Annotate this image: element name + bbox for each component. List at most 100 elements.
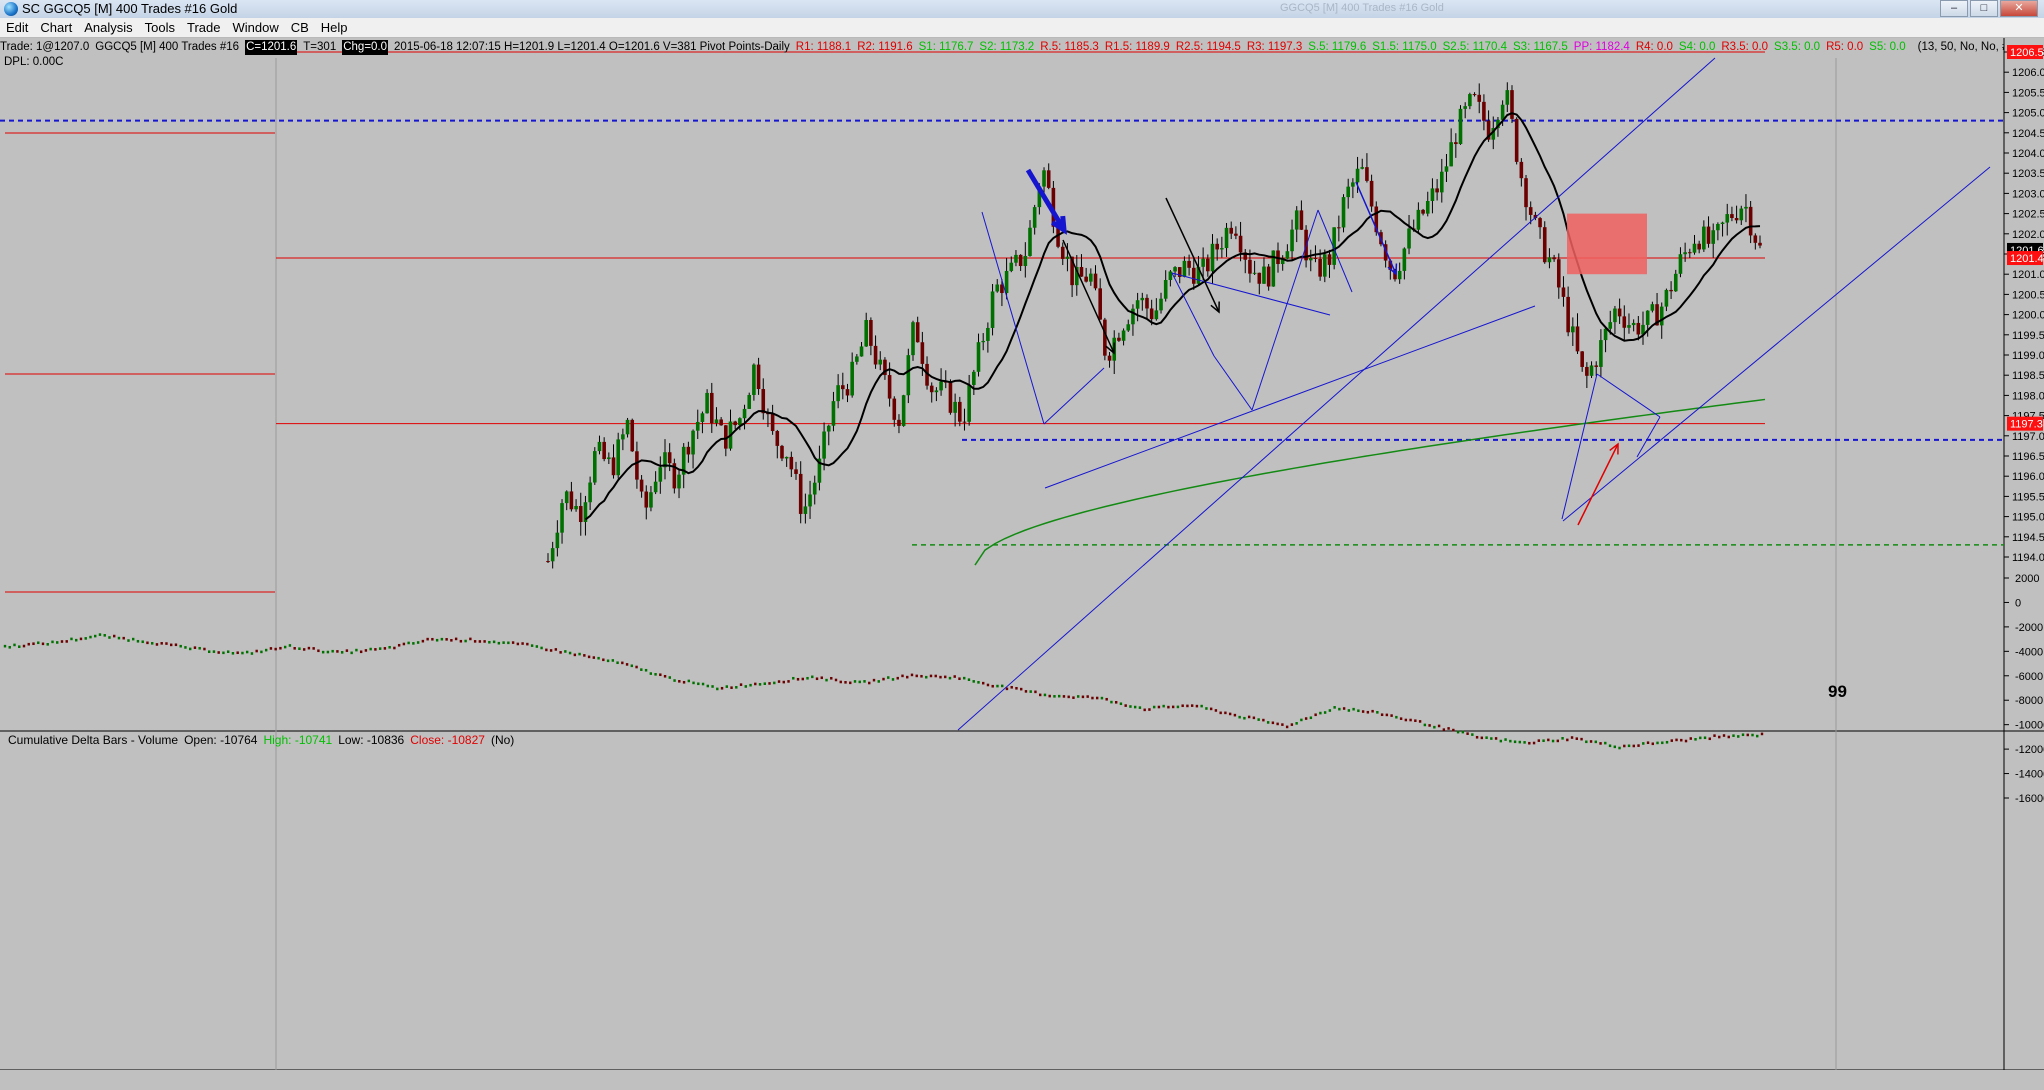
delta-bar: [27, 642, 30, 646]
delta-bar: [1039, 693, 1042, 697]
delta-bar: [1276, 722, 1279, 726]
delta-bar: [621, 661, 624, 665]
minimize-button[interactable]: –: [1940, 0, 1968, 17]
menu-analysis[interactable]: Analysis: [78, 18, 138, 37]
delta-bar: [1010, 685, 1013, 689]
candle-up: [1252, 272, 1257, 274]
delta-bar: [587, 655, 591, 659]
delta-bar: [483, 640, 486, 643]
price-tick-label: 1196.0: [2012, 471, 2044, 483]
delta-bar: [1314, 713, 1317, 717]
candle-up: [1599, 340, 1603, 367]
candle-up: [714, 419, 719, 424]
price-tick-label: 1202.0: [2012, 229, 2044, 241]
pivot-value: R5: 0.0: [1826, 41, 1864, 53]
candle-up: [752, 364, 756, 395]
delta-bar: [355, 648, 358, 652]
candle-up: [1673, 273, 1678, 292]
candle-down: [1753, 235, 1758, 243]
delta-bar: [226, 650, 230, 654]
price-marker-label: 1201.4: [2010, 253, 2044, 265]
study-params-label: (13, 50, No, No, #1, No, No, No,: [1917, 41, 2004, 53]
study-close: Close: -10827: [410, 733, 485, 747]
candle-down: [1477, 94, 1482, 102]
menu-cb[interactable]: CB: [285, 18, 315, 37]
delta-bar: [1001, 684, 1004, 688]
candle-up: [1571, 326, 1575, 333]
delta-bar: [806, 676, 809, 680]
pivot-value: R.5: 1185.3: [1040, 41, 1099, 53]
candle-up: [1351, 182, 1355, 187]
delta-bar: [108, 636, 111, 639]
menu-tools[interactable]: Tools: [139, 18, 181, 37]
delta-bar: [1551, 739, 1555, 743]
delta-bar: [1034, 690, 1037, 694]
price-tick-label: 1206.0: [2012, 67, 2044, 79]
delta-bar: [1452, 728, 1455, 732]
candle-up: [1023, 255, 1028, 267]
candle-up: [1168, 271, 1173, 281]
delta-bar: [815, 677, 819, 681]
menu-trade[interactable]: Trade: [181, 18, 226, 37]
delta-bar: [1058, 694, 1061, 698]
delta-bar: [412, 642, 415, 645]
delta-bar: [445, 638, 448, 641]
candle-up: [1716, 224, 1720, 231]
price-tick-label: 1203.0: [2012, 188, 2044, 200]
candle-up: [986, 327, 990, 341]
pivot-value: R2.5: 1194.5: [1175, 41, 1241, 53]
candle-down: [1084, 276, 1088, 282]
candle-up: [1341, 197, 1346, 228]
price-tick-label: 1195.5: [2012, 491, 2044, 503]
candle-up: [1163, 280, 1168, 299]
candle-down: [1748, 206, 1753, 236]
candle-up: [1683, 252, 1687, 255]
delta-bar: [986, 683, 990, 687]
candle-up: [747, 394, 752, 409]
candle-down: [733, 421, 737, 426]
candle-up: [864, 320, 869, 347]
delta-bar: [944, 675, 947, 679]
delta-bar: [1114, 701, 1118, 704]
delta-bar: [245, 650, 249, 654]
menu-chart[interactable]: Chart: [34, 18, 78, 37]
delta-bar: [1300, 718, 1303, 722]
menu-edit[interactable]: Edit: [0, 18, 34, 37]
pivot-value: R2: 1191.6: [857, 41, 913, 53]
candle-down: [1103, 319, 1107, 356]
candle-up: [859, 346, 864, 357]
delta-bar: [1323, 711, 1327, 714]
candle-up: [1308, 257, 1313, 261]
delta-bar: [288, 644, 292, 647]
candle-down: [1552, 257, 1556, 260]
candle-down: [789, 456, 794, 470]
delta-bar: [1623, 744, 1626, 748]
candle-up: [560, 503, 564, 533]
menu-window[interactable]: Window: [226, 18, 284, 37]
delta-bar: [1176, 705, 1180, 709]
delta-bar: [701, 682, 705, 686]
delta-bar: [1418, 720, 1422, 723]
maximize-button[interactable]: □: [1970, 0, 1998, 17]
delta-bar: [51, 640, 54, 644]
delta-bar: [939, 675, 942, 679]
delta-bar: [321, 650, 325, 654]
delta-bar: [1095, 696, 1099, 700]
candle-up: [574, 506, 578, 510]
delta-bar: [1632, 744, 1635, 748]
delta-bar: [611, 659, 615, 662]
candle-down: [841, 385, 845, 390]
delta-bar: [578, 652, 581, 656]
chart-canvas[interactable]: 1206.5 1206.0 1205.5 1205.0 1204.5 1204.0 1203…: [0, 38, 2044, 1070]
delta-bar: [777, 680, 781, 683]
candle-up: [700, 413, 705, 422]
delta-bar: [151, 642, 154, 645]
candle-down: [1098, 288, 1102, 320]
delta-bar: [1233, 713, 1237, 717]
candle-up: [1004, 270, 1009, 294]
delta-bar: [1076, 695, 1080, 698]
menu-help[interactable]: Help: [315, 18, 354, 37]
delta-bar: [982, 681, 985, 685]
close-button[interactable]: ✕: [2000, 0, 2038, 17]
delta-bar: [706, 684, 709, 688]
